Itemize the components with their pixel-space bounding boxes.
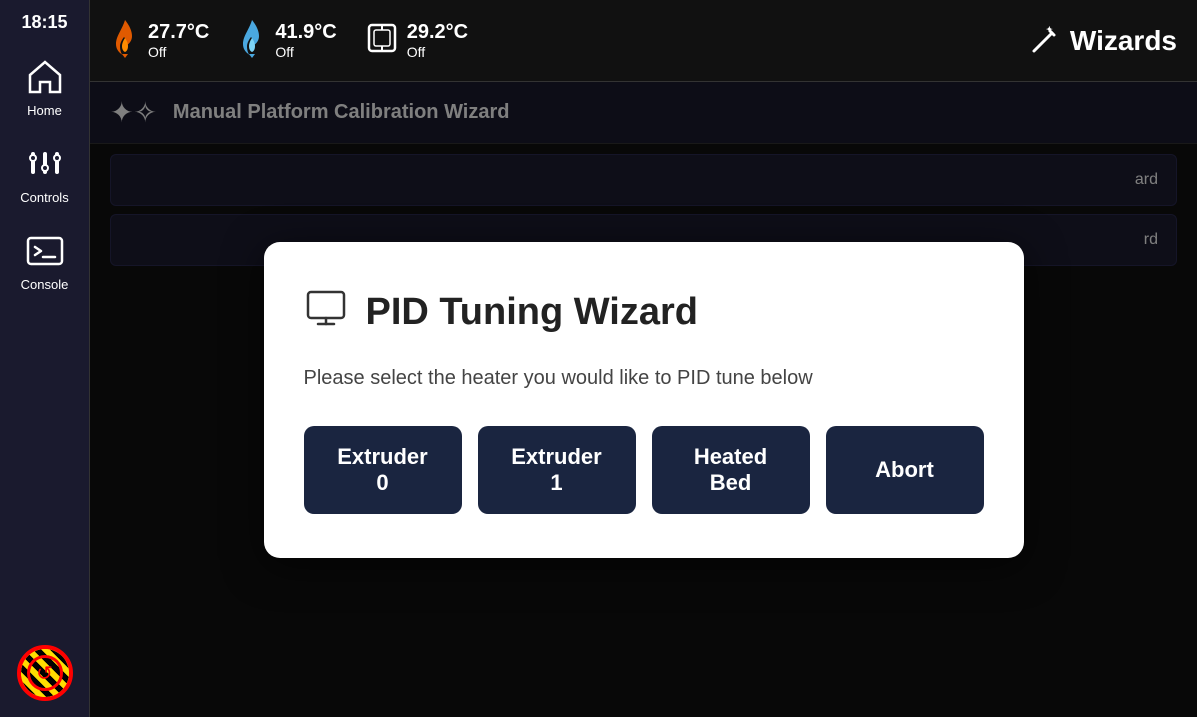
controls-icon	[23, 142, 67, 186]
hotend2-temp: 41.9°C	[275, 21, 336, 44]
hotend1-status: Off	[148, 44, 209, 60]
wizards-button[interactable]: ✦ Wizards	[1028, 25, 1177, 57]
wand-icon: ✦	[1028, 25, 1060, 57]
emergency-stop-button[interactable]: ↺	[17, 645, 73, 701]
sidebar-item-controls[interactable]: Controls	[0, 128, 89, 215]
hotend1-group: 27.7°C Off	[110, 18, 209, 64]
clock: 18:15	[21, 0, 67, 41]
extruder0-button[interactable]: Extruder 0	[304, 426, 462, 514]
hotend2-info: 41.9°C Off	[275, 21, 336, 60]
console-icon	[23, 229, 67, 273]
chamber-status: Off	[407, 44, 468, 60]
sidebar-item-controls-label: Controls	[20, 190, 68, 205]
hotend2-group: 41.9°C Off	[237, 18, 336, 64]
chamber-info: 29.2°C Off	[407, 21, 468, 60]
pid-tuning-modal: PID Tuning Wizard Please select the heat…	[264, 242, 1024, 558]
hotend1-icon	[110, 18, 140, 64]
hotend2-icon	[237, 18, 267, 64]
sidebar-item-home[interactable]: Home	[0, 41, 89, 128]
chamber-group: 29.2°C Off	[365, 21, 468, 61]
chamber-temp: 29.2°C	[407, 21, 468, 44]
wizards-label: Wizards	[1070, 25, 1177, 57]
hotend2-status: Off	[275, 44, 336, 60]
heated-bed-button[interactable]: Heated Bed	[652, 426, 810, 514]
chamber-icon	[365, 21, 399, 61]
modal-buttons: Extruder 0 Extruder 1 Heated Bed Abort	[304, 426, 984, 514]
sidebar: 18:15 Home Controls	[0, 0, 90, 717]
emergency-stop-area: ↺	[17, 645, 73, 701]
modal-title-row: PID Tuning Wizard	[304, 286, 984, 339]
topbar: 27.7°C Off 41.9°C Off 29.	[90, 0, 1197, 82]
sidebar-item-console[interactable]: Console	[0, 215, 89, 302]
modal-overlay: PID Tuning Wizard Please select the heat…	[90, 82, 1197, 717]
home-icon	[23, 55, 67, 99]
sidebar-nav: Home Controls Console	[0, 41, 89, 645]
svg-text:✦: ✦	[1046, 25, 1053, 34]
extruder1-button[interactable]: Extruder 1	[478, 426, 636, 514]
modal-title: PID Tuning Wizard	[366, 291, 698, 334]
abort-button[interactable]: Abort	[826, 426, 984, 514]
hotend1-info: 27.7°C Off	[148, 21, 209, 60]
modal-subtitle: Please select the heater you would like …	[304, 367, 984, 390]
sidebar-item-home-label: Home	[27, 103, 62, 118]
main-content: ✦✧ Manual Platform Calibration Wizard ar…	[90, 82, 1197, 717]
emergency-stop-icon: ↺	[27, 655, 63, 691]
hotend1-temp: 27.7°C	[148, 21, 209, 44]
sidebar-item-console-label: Console	[21, 277, 69, 292]
monitor-icon	[304, 286, 348, 339]
